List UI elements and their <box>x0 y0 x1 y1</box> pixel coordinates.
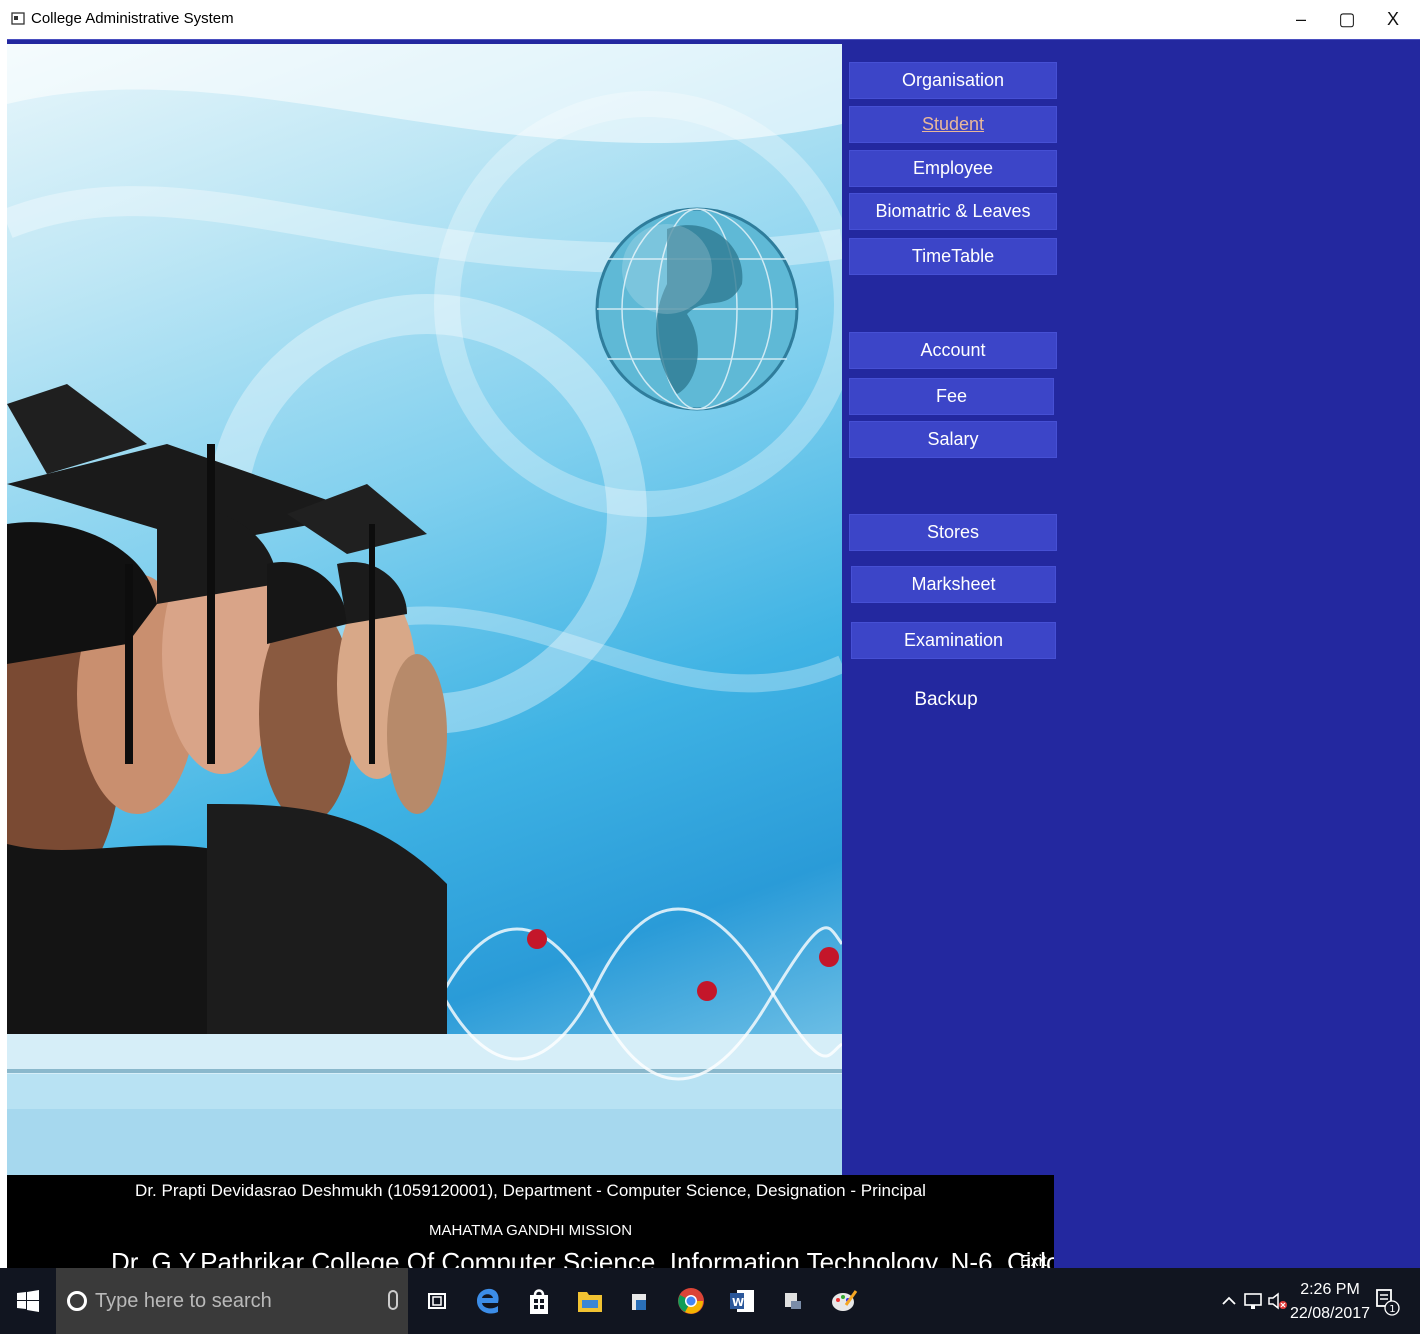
main-window: Organisation Student Employee Biomatric … <box>7 39 1420 1269</box>
store-icon[interactable] <box>521 1282 557 1320</box>
backup-button[interactable]: Backup <box>891 685 1001 715</box>
taskbar-search-box[interactable]: Type here to search <box>56 1268 408 1334</box>
menu-label: Employee <box>912 158 994 178</box>
graduates-figures <box>7 384 447 1034</box>
organisation-name: MAHATMA GANDHI MISSION <box>428 1222 633 1239</box>
menu-marksheet-button[interactable]: Marksheet <box>851 566 1056 603</box>
menu-fee-button[interactable]: Fee <box>849 378 1054 415</box>
svg-text:W: W <box>732 1296 744 1309</box>
menu-biomatric-leaves-button[interactable]: Biomatric & Leaves <box>849 193 1057 230</box>
menu-timetable-button[interactable]: TimeTable <box>849 238 1057 275</box>
menu-organisation-button[interactable]: Organisation <box>849 62 1057 99</box>
window-title: College Administrative System <box>31 10 234 27</box>
user-info-panel: Dr. Prapti Devidasrao Deshmukh (10591200… <box>7 1175 1054 1269</box>
start-button[interactable] <box>0 1268 56 1334</box>
menu-student-button[interactable]: Student <box>849 106 1057 143</box>
app-icon <box>11 12 25 25</box>
windows-icon <box>17 1290 39 1312</box>
taskbar: Type here to search W 2:26 PM 22/08/2017 <box>0 1268 1420 1334</box>
menu-employee-button[interactable]: Employee <box>849 150 1057 187</box>
menu-examination-button[interactable]: Examination <box>851 622 1056 659</box>
menu-label: Marksheet <box>911 574 996 594</box>
college-name: Dr. G.Y.Pathrikar College Of Computer Sc… <box>111 1247 1054 1269</box>
volume-muted-icon[interactable] <box>1266 1268 1290 1334</box>
app-window-icon[interactable] <box>622 1282 658 1320</box>
task-view-icon[interactable] <box>419 1282 455 1320</box>
menu-stores-button[interactable]: Stores <box>849 514 1057 551</box>
minimize-button[interactable]: – <box>1278 4 1324 34</box>
clock-date: 22/08/2017 <box>1290 1305 1371 1322</box>
menu-label: Student <box>921 114 985 134</box>
menu-label: Account <box>920 340 986 360</box>
menu-account-button[interactable]: Account <box>849 332 1057 369</box>
menu-label: Organisation <box>901 70 1005 90</box>
chrome-icon[interactable] <box>673 1282 709 1320</box>
notification-badge: 1 <box>1389 1304 1395 1315</box>
banner-image <box>7 44 842 1175</box>
cortana-icon <box>67 1291 87 1311</box>
search-placeholder: Type here to search <box>95 1289 272 1312</box>
menu-label: Examination <box>903 630 1004 650</box>
system-clock[interactable]: 2:26 PM 22/08/2017 <box>1290 1278 1370 1326</box>
menu-label: Biomatric & Leaves <box>875 201 1031 221</box>
menu-label: Salary <box>927 429 979 449</box>
maximize-button[interactable]: ▢ <box>1324 4 1370 34</box>
close-button[interactable]: X <box>1370 4 1416 34</box>
edge-icon[interactable] <box>470 1282 506 1320</box>
file-explorer-icon[interactable] <box>572 1282 608 1320</box>
clock-time: 2:26 PM <box>1300 1281 1360 1298</box>
network-icon[interactable] <box>1241 1268 1265 1334</box>
graduates-illustration <box>7 44 842 1175</box>
menu-label: Stores <box>926 522 980 542</box>
microphone-icon[interactable] <box>388 1290 398 1310</box>
app-manager-icon[interactable] <box>775 1282 811 1320</box>
logged-in-user: Dr. Prapti Devidasrao Deshmukh (10591200… <box>135 1181 926 1200</box>
menu-label: TimeTable <box>911 246 995 266</box>
word-icon[interactable]: W <box>724 1282 760 1320</box>
paint-icon[interactable] <box>826 1282 862 1320</box>
action-center-icon[interactable]: 1 <box>1372 1268 1402 1334</box>
menu-salary-button[interactable]: Salary <box>849 421 1057 458</box>
show-hidden-icons-chevron-icon[interactable] <box>1218 1268 1240 1334</box>
globe-icon <box>595 207 799 411</box>
exit-button[interactable]: Exit <box>1020 1253 1047 1269</box>
title-bar: College Administrative System – ▢ X <box>0 0 1420 38</box>
menu-label: Fee <box>935 386 968 406</box>
